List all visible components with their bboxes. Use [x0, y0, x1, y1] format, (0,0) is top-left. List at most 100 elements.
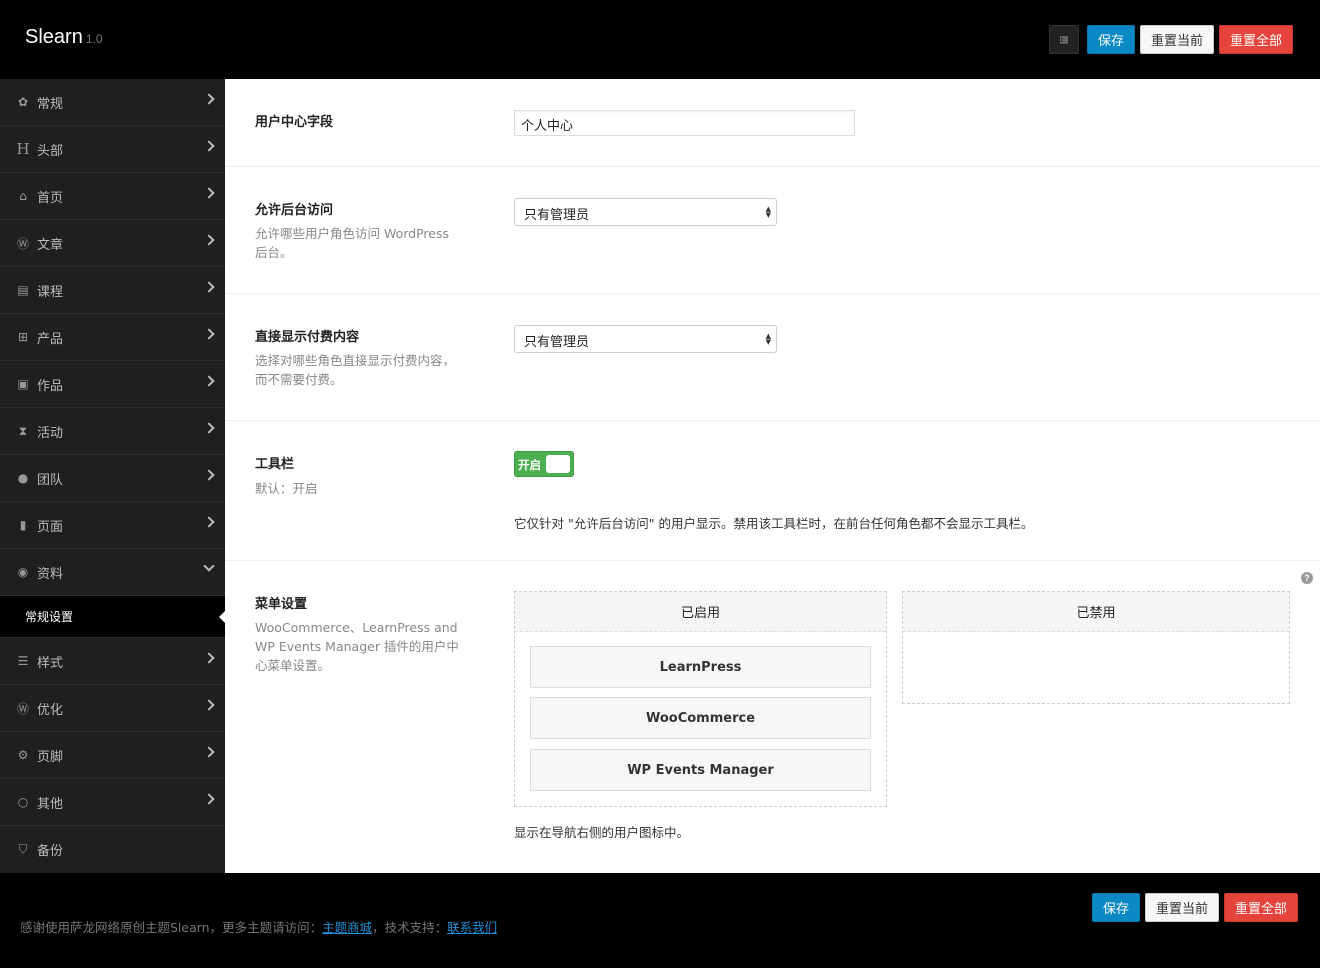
top-bar: Slearn 1.0 保存 重置当前 重置全部: [0, 0, 1320, 79]
sidebar-item-header[interactable]: H 头部: [0, 126, 225, 173]
sidebar-item-label: 头部: [37, 143, 64, 159]
sidebar-item-products[interactable]: ⊞ 产品: [0, 314, 225, 361]
sidebar-item-team[interactable]: ● 团队: [0, 455, 225, 502]
menu-item-wp-events-manager[interactable]: WP Events Manager: [530, 749, 871, 791]
sidebar-item-label: 备份: [37, 844, 64, 859]
expand-toggle-button[interactable]: [1048, 25, 1079, 54]
sidebar-item-home[interactable]: ⌂ 首页: [0, 173, 225, 220]
select-arrows-icon: ▲ ▼: [765, 205, 771, 219]
menu-item-learnpress[interactable]: LearnPress: [530, 646, 871, 688]
chevron-right-icon: [203, 516, 215, 528]
select-value: 只有管理员: [524, 335, 590, 350]
field-label: 菜单设置: [255, 597, 308, 612]
sidebar-item-label: 首页: [37, 190, 64, 206]
field-label: 直接显示付费内容: [255, 330, 360, 345]
field-toolbar: 工具栏 默认：开启 开启 它仅针对 "允许后台访问" 的用户显示。禁用该工具栏时…: [225, 421, 1320, 561]
settings-panel: 用户中心字段 个人中心 允许后台访问 允许哪些用户角色访问 WordPress …: [225, 79, 1320, 873]
field-label: 工具栏: [255, 457, 295, 472]
header-actions: 保存 重置当前 重置全部: [1048, 25, 1293, 54]
field-description: WooCommerce、LearnPress and WP Events Man…: [255, 620, 459, 673]
user-circle-icon: ◉: [17, 565, 29, 579]
save-button[interactable]: 保存: [1086, 25, 1135, 54]
reset-current-button[interactable]: 重置当前: [1139, 25, 1214, 54]
sidebar-item-profile[interactable]: ◉ 资料: [0, 549, 225, 596]
sidebar-subitem-general-settings[interactable]: 常规设置: [0, 596, 225, 638]
toggle-knob: [546, 455, 570, 473]
footer-credit: 感谢使用萨龙网络原创主题Slearn，更多主题请访问：主题商城，技术支持：联系我…: [20, 917, 497, 936]
sidebar-item-label: 其他: [37, 796, 64, 812]
chevron-right-icon: [203, 93, 215, 105]
sidebar-item-label: 文章: [37, 237, 64, 253]
sidebar-item-label: 资料: [37, 566, 64, 582]
list-indent-icon: [1059, 36, 1068, 43]
users-icon: ●: [17, 471, 29, 485]
help-icon[interactable]: ?: [1301, 572, 1313, 584]
sidebar-item-label: 活动: [37, 425, 64, 441]
wordpress-icon: Ⓦ: [16, 701, 29, 716]
toolbar-note: 它仅针对 "允许后台访问" 的用户显示。禁用该工具栏时，在前台任何角色都不会显示…: [514, 516, 1034, 531]
home-icon: ⌂: [19, 189, 27, 203]
field-label: 用户中心字段: [255, 115, 334, 130]
chevron-right-icon: [203, 328, 215, 340]
user-center-input[interactable]: 个人中心: [514, 110, 855, 136]
field-description: 默认：开启: [255, 481, 318, 496]
circle-icon: ○: [17, 795, 29, 809]
backend-access-select[interactable]: 只有管理员 ▲ ▼: [514, 198, 777, 226]
chevron-right-icon: [203, 375, 215, 387]
css3-icon: ☰: [17, 654, 29, 668]
chevron-down-icon: [203, 560, 215, 572]
sidebar-item-backup[interactable]: ⛉ 备份: [0, 826, 225, 873]
chevron-right-icon: [203, 422, 215, 434]
contact-us-link[interactable]: 联系我们: [447, 920, 497, 935]
field-description: 允许哪些用户角色访问 WordPress 后台。: [255, 226, 450, 260]
chevron-right-icon: [203, 140, 215, 152]
sidebar-item-label: 页脚: [37, 749, 64, 765]
sidebar-item-label: 样式: [37, 655, 64, 671]
sidebar-item-portfolio[interactable]: ▣ 作品: [0, 361, 225, 408]
reset-all-button[interactable]: 重置全部: [1218, 25, 1293, 54]
footer-reset-all-button[interactable]: 重置全部: [1223, 893, 1298, 922]
chevron-right-icon: [203, 652, 215, 664]
cogs-icon: ⚙: [17, 748, 29, 762]
sidebar-item-label: 产品: [37, 331, 64, 347]
sidebar-item-label: 课程: [37, 284, 64, 300]
footer-save-button[interactable]: 保存: [1091, 893, 1140, 922]
field-description: 选择对哪些角色直接显示付费内容，而不需要付费。: [255, 353, 456, 387]
sidebar-item-label: 团队: [37, 472, 64, 488]
column-title: 已禁用: [903, 592, 1289, 632]
footer-actions: 保存 重置当前 重置全部: [1091, 893, 1298, 922]
footer-text-mid: ，技术支持：: [372, 920, 448, 935]
wordpress-icon: Ⓦ: [16, 236, 29, 251]
paid-content-select[interactable]: 只有管理员 ▲ ▼: [514, 325, 777, 353]
select-value: 只有管理员: [524, 208, 590, 223]
toolbar-toggle[interactable]: 开启: [514, 451, 574, 477]
enabled-menu-column: 已启用 LearnPress WooCommerce WP Events Man…: [514, 591, 887, 807]
footer-reset-current-button[interactable]: 重置当前: [1144, 893, 1219, 922]
sidebar-item-events[interactable]: ⧗ 活动: [0, 408, 225, 455]
sidebar-item-general[interactable]: ✿ 常规: [0, 79, 225, 126]
footer-text-prefix: 感谢使用萨龙网络原创主题Slearn，更多主题请访问：: [20, 920, 323, 935]
brand: Slearn 1.0: [25, 26, 103, 49]
gear-icon: ✿: [17, 95, 29, 109]
sidebar-item-courses[interactable]: ▤ 课程: [0, 267, 225, 314]
sidebar-item-label: 优化: [37, 702, 64, 718]
field-label: 允许后台访问: [255, 203, 334, 218]
theme-store-link[interactable]: 主题商城: [322, 920, 372, 935]
toggle-label: 开启: [518, 458, 541, 472]
sidebar-item-footer[interactable]: ⚙ 页脚: [0, 732, 225, 779]
sidebar-item-posts[interactable]: Ⓦ 文章: [0, 220, 225, 267]
sidebar-item-optimize[interactable]: Ⓦ 优化: [0, 685, 225, 732]
field-backend-access: 允许后台访问 允许哪些用户角色访问 WordPress 后台。 只有管理员 ▲ ▼: [225, 167, 1320, 294]
file-icon: ▮: [19, 518, 27, 532]
sidebar-item-pages[interactable]: ▮ 页面: [0, 502, 225, 549]
sidebar-item-label: 作品: [37, 378, 64, 394]
briefcase-icon: ▣: [17, 377, 29, 391]
sidebar: ✿ 常规 H 头部 ⌂ 首页 Ⓦ 文章 ▤ 课程 ⊞ 产品 ▣ 作品 ⧗ 活动 ● 团队 ▮ 页面 …: [0, 79, 225, 873]
heading-icon: H: [16, 140, 30, 158]
chevron-right-icon: [203, 746, 215, 758]
menu-item-woocommerce[interactable]: WooCommerce: [530, 697, 871, 739]
sidebar-item-styles[interactable]: ☰ 样式: [0, 638, 225, 685]
brand-name: Slearn: [25, 26, 83, 48]
sidebar-item-other[interactable]: ○ 其他: [0, 779, 225, 826]
field-paid-content: 直接显示付费内容 选择对哪些角色直接显示付费内容，而不需要付费。 只有管理员 ▲…: [225, 294, 1320, 421]
